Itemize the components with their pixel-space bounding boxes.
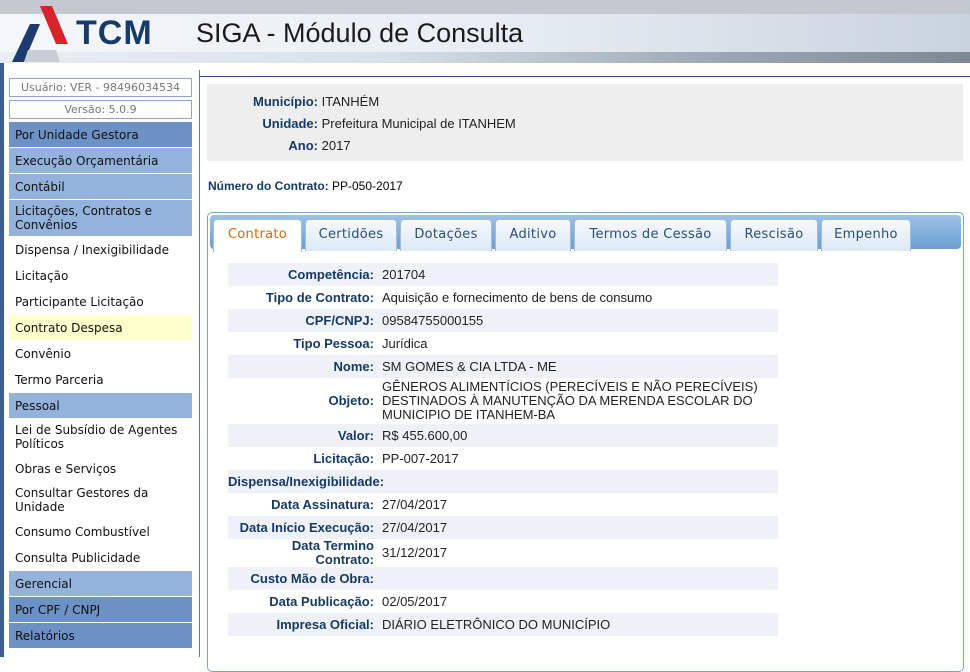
divider	[199, 70, 200, 657]
sidebar-item-por-unidade-gestora[interactable]: Por Unidade Gestora	[9, 122, 192, 148]
table-row: Data Assinatura:27/04/2017	[228, 493, 778, 516]
field-label: Data Assinatura:	[228, 498, 375, 512]
sidebar-item-obras-e-servicos[interactable]: Obras e Serviços	[9, 456, 192, 482]
sidebar-item-convenio[interactable]: Convênio	[9, 341, 192, 367]
tab-rescisao[interactable]: Rescisão	[730, 219, 818, 251]
field-label: Valor:	[228, 429, 375, 443]
field-label: Data Termino Contrato:	[228, 539, 375, 567]
field-value: 31/12/2017	[375, 546, 778, 560]
table-row: Data Termino Contrato:31/12/2017	[228, 539, 778, 567]
table-row: Competência:201704	[228, 263, 778, 286]
field-value: DIÁRIO ELETRÔNICO DO MUNICÍPIO	[375, 618, 778, 632]
sidebar-item-consultar-gestores-da-unidade[interactable]: Consultar Gestores da Unidade	[9, 482, 192, 519]
unidade-label: Unidade:	[207, 116, 318, 138]
table-row: Nome:SM GOMES & CIA LTDA - ME	[228, 355, 778, 378]
field-label: Impresa Oficial:	[228, 618, 375, 632]
tab-certidoes[interactable]: Certidões	[305, 219, 397, 251]
table-row: Licitação:PP-007-2017	[228, 447, 778, 470]
field-label: Licitação:	[228, 452, 375, 466]
table-row: Tipo de Contrato:Aquisição e forneciment…	[228, 286, 778, 309]
app-title: SIGA - Módulo de Consulta	[196, 18, 523, 49]
tab-termos-de-cessao[interactable]: Termos de Cessão	[574, 219, 727, 251]
table-row: Objeto:GÊNEROS ALIMENTÍCIOS (PERECÍVEIS …	[228, 378, 778, 424]
ano-label: Ano:	[207, 138, 318, 160]
field-value: R$ 455.600,00	[375, 429, 778, 443]
sidebar-item-dispensa-inexigibilidade[interactable]: Dispensa / Inexigibilidade	[9, 237, 192, 263]
logo-text: TCM	[76, 14, 153, 53]
version-info: Versão: 5.0.9	[9, 100, 192, 119]
field-value: 02/05/2017	[375, 595, 778, 609]
user-info: Usuário: VER - 98496034534	[9, 78, 192, 97]
sidebar-item-consumo-combustivel[interactable]: Consumo Combustível	[9, 519, 192, 545]
sidebar-item-licitacao[interactable]: Licitação	[9, 263, 192, 289]
field-label: CPF/CNPJ:	[228, 314, 375, 328]
table-row: CPF/CNPJ:09584755000155	[228, 309, 778, 332]
table-row: Valor:R$ 455.600,00	[228, 424, 778, 447]
sidebar-item-contabil[interactable]: Contábil	[9, 174, 192, 200]
sidebar-item-consulta-publicidade[interactable]: Consulta Publicidade	[9, 545, 192, 571]
table-row: Impresa Oficial:DIÁRIO ELETRÔNICO DO MUN…	[228, 613, 778, 636]
tab-aditivo[interactable]: Aditivo	[495, 219, 571, 251]
contract-number-label: Número do Contrato:	[208, 179, 329, 193]
contract-number: Número do Contrato: PP-050-2017	[208, 179, 403, 193]
contract-number-value: PP-050-2017	[332, 179, 403, 193]
ano-value: 2017	[322, 138, 351, 160]
field-label: Dispensa/Inexigibilidade:	[228, 475, 375, 489]
field-label: Data Publicação:	[228, 595, 375, 609]
sidebar-item-termo-parceria[interactable]: Termo Parceria	[9, 367, 192, 393]
table-row: Data Publicação:02/05/2017	[228, 590, 778, 613]
table-row: Tipo Pessoa:Jurídica	[228, 332, 778, 355]
divider	[199, 76, 970, 77]
contract-panel: ContratoCertidõesDotaçõesAditivoTermos d…	[207, 212, 964, 672]
sidebar-item-execucao-orcamentaria[interactable]: Execução Orçamentária	[9, 148, 192, 174]
tab-contrato[interactable]: Contrato	[213, 219, 302, 252]
municipio-value: ITANHÉM	[322, 94, 380, 116]
left-border	[0, 63, 4, 657]
field-label: Nome:	[228, 360, 375, 374]
sidebar-item-licitacoes-contratos-e-convenios[interactable]: Licitações, Contratos e Convênios	[9, 200, 192, 237]
tab-dotacoes[interactable]: Dotações	[400, 219, 492, 251]
sidebar-item-pessoal[interactable]: Pessoal	[9, 393, 192, 419]
table-row: Dispensa/Inexigibilidade:	[228, 470, 778, 493]
tcm-logo-icon	[10, 4, 70, 62]
field-value: 201704	[375, 268, 778, 282]
field-label: Competência:	[228, 268, 375, 282]
field-value: PP-007-2017	[375, 452, 778, 466]
field-value: Aquisição e fornecimento de bens de cons…	[375, 291, 778, 305]
tab-empenho[interactable]: Empenho	[821, 219, 911, 251]
table-row: Data Início Execução:27/04/2017	[228, 516, 778, 539]
context-info: Município: ITANHÉM Unidade: Prefeitura M…	[207, 84, 963, 161]
field-label: Objeto:	[228, 394, 375, 408]
sidebar: Usuário: VER - 98496034534 Versão: 5.0.9…	[9, 78, 192, 649]
field-value: Jurídica	[375, 337, 778, 351]
field-label: Data Início Execução:	[228, 521, 375, 535]
municipio-label: Município:	[207, 94, 318, 116]
field-label: Tipo de Contrato:	[228, 291, 375, 305]
sidebar-item-relatorios[interactable]: Relatórios	[9, 623, 192, 649]
header-banner: TCM SIGA - Módulo de Consulta	[0, 0, 970, 63]
field-value: 27/04/2017	[375, 521, 778, 535]
field-value: 27/04/2017	[375, 498, 778, 512]
field-value: GÊNEROS ALIMENTÍCIOS (PERECÍVEIS E NÃO P…	[375, 380, 778, 422]
sidebar-item-gerencial[interactable]: Gerencial	[9, 571, 192, 597]
table-row: Custo Mão de Obra:	[228, 567, 778, 590]
sidebar-item-por-cpf-cnpj[interactable]: Por CPF / CNPJ	[9, 597, 192, 623]
sidebar-item-participante-licitacao[interactable]: Participante Licitação	[9, 289, 192, 315]
field-label: Custo Mão de Obra:	[228, 572, 375, 586]
sidebar-item-contrato-despesa[interactable]: Contrato Despesa	[9, 315, 192, 341]
field-value: 09584755000155	[375, 314, 778, 328]
unidade-value: Prefeitura Municipal de ITANHEM	[322, 116, 516, 138]
field-value: SM GOMES & CIA LTDA - ME	[375, 360, 778, 374]
tab-bar: ContratoCertidõesDotaçõesAditivoTermos d…	[210, 215, 961, 249]
contract-details-table: Competência:201704Tipo de Contrato:Aquis…	[228, 263, 778, 636]
field-label: Tipo Pessoa:	[228, 337, 375, 351]
sidebar-item-lei-de-subsidio-de-agentes-politicos[interactable]: Lei de Subsídio de Agentes Políticos	[9, 419, 192, 456]
